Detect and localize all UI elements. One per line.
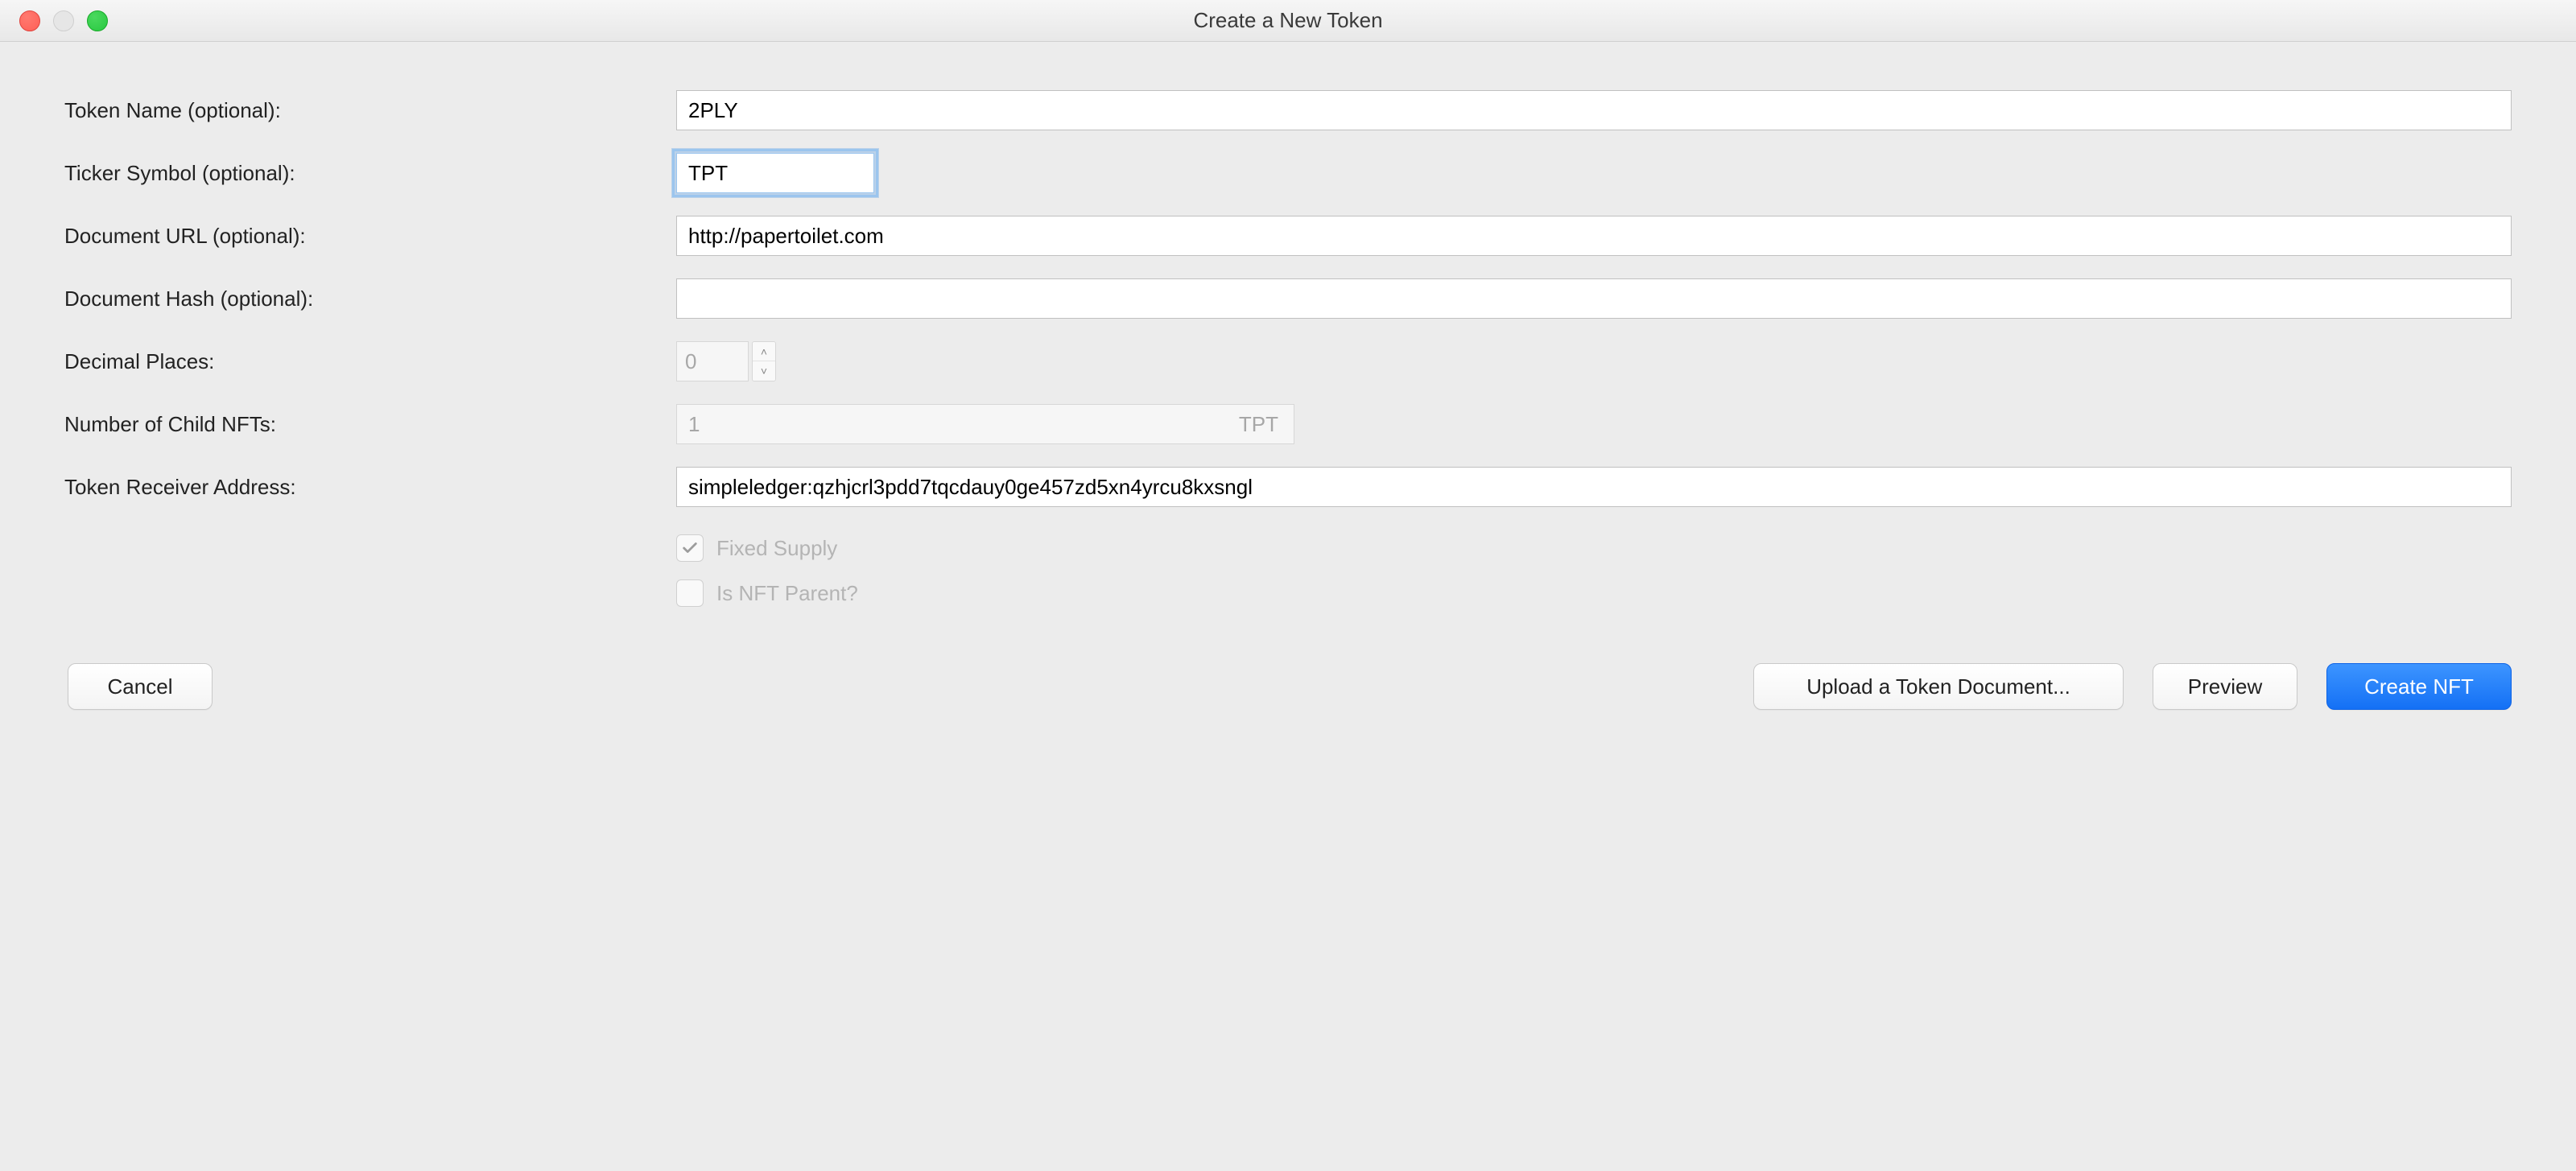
receiver-address-input[interactable] [676, 467, 2512, 507]
stepper-up-icon: ˄ [753, 342, 775, 361]
checkbox-box-icon [676, 579, 704, 607]
document-url-label: Document URL (optional): [64, 224, 644, 249]
is-nft-parent-checkbox: Is NFT Parent? [676, 579, 2512, 607]
fixed-supply-checkbox: Fixed Supply [676, 534, 2512, 562]
token-name-input[interactable] [676, 90, 2512, 130]
create-token-form: Token Name (optional): Ticker Symbol (op… [64, 90, 2512, 607]
token-name-label: Token Name (optional): [64, 98, 644, 123]
child-nft-count-field: TPT [676, 404, 1294, 444]
window-title: Create a New Token [1193, 8, 1382, 33]
cancel-button[interactable]: Cancel [68, 663, 213, 710]
receiver-address-label: Token Receiver Address: [64, 475, 644, 500]
document-hash-label: Document Hash (optional): [64, 287, 644, 311]
window-controls [19, 10, 108, 31]
decimal-places-spinner-buttons: ˄ ˅ [752, 341, 776, 381]
document-hash-input[interactable] [676, 278, 2512, 319]
is-nft-parent-label: Is NFT Parent? [716, 581, 858, 606]
upload-token-document-button[interactable]: Upload a Token Document... [1753, 663, 2124, 710]
fixed-supply-label: Fixed Supply [716, 536, 837, 561]
dialog-button-row: Cancel Upload a Token Document... Previe… [64, 663, 2512, 710]
window-zoom-icon[interactable] [87, 10, 108, 31]
checkmark-icon [681, 539, 699, 557]
child-nft-count-input [676, 404, 1294, 444]
child-nft-count-label: Number of Child NFTs: [64, 412, 644, 437]
decimal-places-label: Decimal Places: [64, 349, 644, 374]
ticker-symbol-label: Ticker Symbol (optional): [64, 161, 644, 186]
document-url-input[interactable] [676, 216, 2512, 256]
titlebar: Create a New Token [0, 0, 2576, 42]
preview-button[interactable]: Preview [2153, 663, 2297, 710]
ticker-symbol-input[interactable] [676, 153, 874, 193]
decimal-places-stepper: ˄ ˅ [676, 341, 2512, 381]
decimal-places-input [676, 341, 749, 381]
create-nft-button[interactable]: Create NFT [2326, 663, 2512, 710]
window-close-icon[interactable] [19, 10, 40, 31]
checkbox-box-icon [676, 534, 704, 562]
window-minimize-icon [53, 10, 74, 31]
stepper-down-icon: ˅ [753, 361, 775, 381]
